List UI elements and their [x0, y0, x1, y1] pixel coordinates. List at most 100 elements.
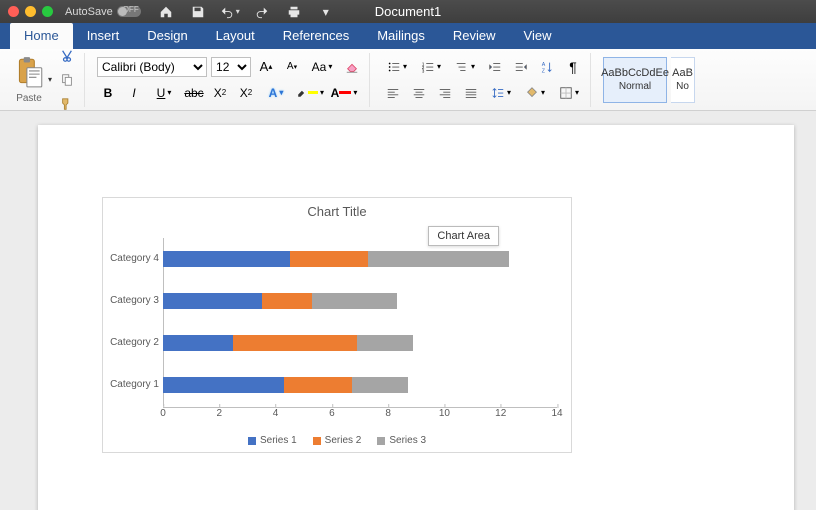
subscript-button[interactable]: X2 — [209, 83, 231, 103]
chart-bar-segment[interactable] — [163, 293, 262, 309]
grow-font-button[interactable]: A▴ — [255, 57, 277, 77]
strikethrough-button[interactable]: abc — [183, 83, 205, 103]
quick-access-toolbar: ▾ ▾ — [155, 2, 337, 22]
print-icon[interactable] — [283, 2, 305, 22]
chart-category-label: Category 4 — [109, 253, 159, 264]
chart-x-tick: 8 — [385, 408, 391, 419]
chart-legend-item[interactable]: Series 2 — [313, 435, 362, 446]
window-close-dot[interactable] — [8, 6, 19, 17]
align-right-button[interactable] — [434, 83, 456, 103]
chart-bar-segment[interactable] — [352, 377, 408, 393]
chart-legend-swatch — [248, 437, 256, 445]
qat-home-icon[interactable] — [155, 2, 177, 22]
redo-icon[interactable] — [251, 2, 273, 22]
align-center-button[interactable] — [408, 83, 430, 103]
chart-legend-item[interactable]: Series 3 — [377, 435, 426, 446]
style-no-spacing[interactable]: AaB No — [671, 57, 695, 103]
window-minimize-dot[interactable] — [25, 6, 36, 17]
superscript-button[interactable]: X2 — [235, 83, 257, 103]
chart-object[interactable]: Chart Title Chart Area Category 1Categor… — [102, 197, 572, 453]
style-normal[interactable]: AaBbCcDdEe Normal — [603, 57, 667, 103]
chart-bar-segment[interactable] — [233, 335, 357, 351]
tab-mailings[interactable]: Mailings — [363, 23, 439, 49]
svg-text:A: A — [542, 62, 546, 68]
tab-view[interactable]: View — [510, 23, 566, 49]
chart-legend[interactable]: Series 1 Series 2 Series 3 — [103, 435, 571, 446]
document-page[interactable]: Chart Title Chart Area Category 1Categor… — [38, 125, 794, 510]
svg-text:Z: Z — [542, 68, 546, 74]
svg-text:3: 3 — [422, 68, 425, 73]
chart-bar-segment[interactable] — [163, 377, 284, 393]
change-case-button[interactable]: Aa▾ — [307, 57, 337, 77]
chart-x-tick: 2 — [217, 408, 223, 419]
chart-category-label: Category 3 — [109, 295, 159, 306]
bullets-button[interactable]: ▾ — [382, 57, 412, 77]
bold-button[interactable]: B — [97, 83, 119, 103]
chart-bar-segment[interactable] — [284, 377, 352, 393]
chart-bar-segment[interactable] — [163, 251, 290, 267]
qat-customize-icon[interactable]: ▾ — [315, 2, 337, 22]
save-icon[interactable] — [187, 2, 209, 22]
font-size-select[interactable]: 12 — [211, 57, 251, 77]
chart-bar-segment[interactable] — [163, 335, 233, 351]
underline-button[interactable]: U▾ — [149, 83, 179, 103]
chart-legend-label: Series 1 — [260, 435, 297, 446]
chart-bar-segment[interactable] — [290, 251, 369, 267]
chart-bar-segment[interactable] — [357, 335, 413, 351]
chart-x-tick: 6 — [329, 408, 335, 419]
numbering-button[interactable]: 123▾ — [416, 57, 446, 77]
tab-insert[interactable]: Insert — [73, 23, 134, 49]
chart-bar-segment[interactable] — [368, 251, 509, 267]
sort-button[interactable]: AZ — [536, 57, 558, 77]
chart-category-label: Category 1 — [109, 379, 159, 390]
borders-button[interactable]: ▾ — [554, 83, 584, 103]
italic-button[interactable]: I — [123, 83, 145, 103]
tab-references[interactable]: References — [269, 23, 363, 49]
cut-icon[interactable] — [56, 46, 78, 66]
clear-formatting-button[interactable] — [341, 57, 363, 77]
format-painter-icon[interactable] — [56, 94, 78, 114]
chart-category-row: Category 4 — [163, 251, 557, 267]
chart-legend-label: Series 2 — [325, 435, 362, 446]
chart-title[interactable]: Chart Title — [103, 198, 571, 219]
tab-design[interactable]: Design — [133, 23, 201, 49]
ribbon: Paste ▾ Calibri (Body) 12 A▴ A▾ Aa▾ B I … — [0, 49, 816, 111]
font-color-button[interactable]: A▾ — [329, 83, 359, 103]
align-left-button[interactable] — [382, 83, 404, 103]
show-marks-button[interactable]: ¶ — [562, 57, 584, 77]
group-font: Calibri (Body) 12 A▴ A▾ Aa▾ B I U▾ abc X… — [91, 53, 370, 107]
tab-layout[interactable]: Layout — [202, 23, 269, 49]
ribbon-tabs: Home Insert Design Layout References Mai… — [0, 23, 816, 49]
chart-plot-area[interactable]: Category 1Category 2Category 3Category 4 — [163, 238, 557, 406]
chart-category-row: Category 2 — [163, 335, 557, 351]
highlight-button[interactable]: ▾ — [295, 83, 325, 103]
group-styles: AaBbCcDdEe Normal AaB No — [597, 53, 695, 107]
autosave-switch[interactable]: OFF — [117, 6, 141, 17]
chart-category-row: Category 1 — [163, 377, 557, 393]
group-clipboard: Paste ▾ — [6, 53, 85, 107]
chart-bar-segment[interactable] — [262, 293, 313, 309]
workspace[interactable]: Chart Title Chart Area Category 1Categor… — [0, 111, 816, 510]
paste-icon[interactable] — [12, 55, 46, 89]
line-spacing-button[interactable]: ▾ — [486, 83, 516, 103]
chart-legend-item[interactable]: Series 1 — [248, 435, 297, 446]
tab-review[interactable]: Review — [439, 23, 510, 49]
undo-icon[interactable]: ▾ — [219, 2, 241, 22]
chart-category-label: Category 2 — [109, 337, 159, 348]
chart-bar-segment[interactable] — [312, 293, 396, 309]
chart-x-tick: 0 — [160, 408, 166, 419]
group-paragraph: ▾ 123▾ ▾ AZ ¶ ▾ ▾ ▾ — [376, 53, 591, 107]
font-family-select[interactable]: Calibri (Body) — [97, 57, 207, 77]
justify-button[interactable] — [460, 83, 482, 103]
text-effects-button[interactable]: A▾ — [261, 83, 291, 103]
chart-x-axis: 02468101214 — [163, 408, 557, 424]
shading-button[interactable]: ▾ — [520, 83, 550, 103]
window-zoom-dot[interactable] — [42, 6, 53, 17]
increase-indent-button[interactable] — [510, 57, 532, 77]
multilevel-list-button[interactable]: ▾ — [450, 57, 480, 77]
autosave-toggle[interactable]: AutoSave OFF — [65, 6, 141, 18]
chart-x-tick: 12 — [495, 408, 506, 419]
shrink-font-button[interactable]: A▾ — [281, 57, 303, 77]
copy-icon[interactable] — [56, 70, 78, 90]
decrease-indent-button[interactable] — [484, 57, 506, 77]
